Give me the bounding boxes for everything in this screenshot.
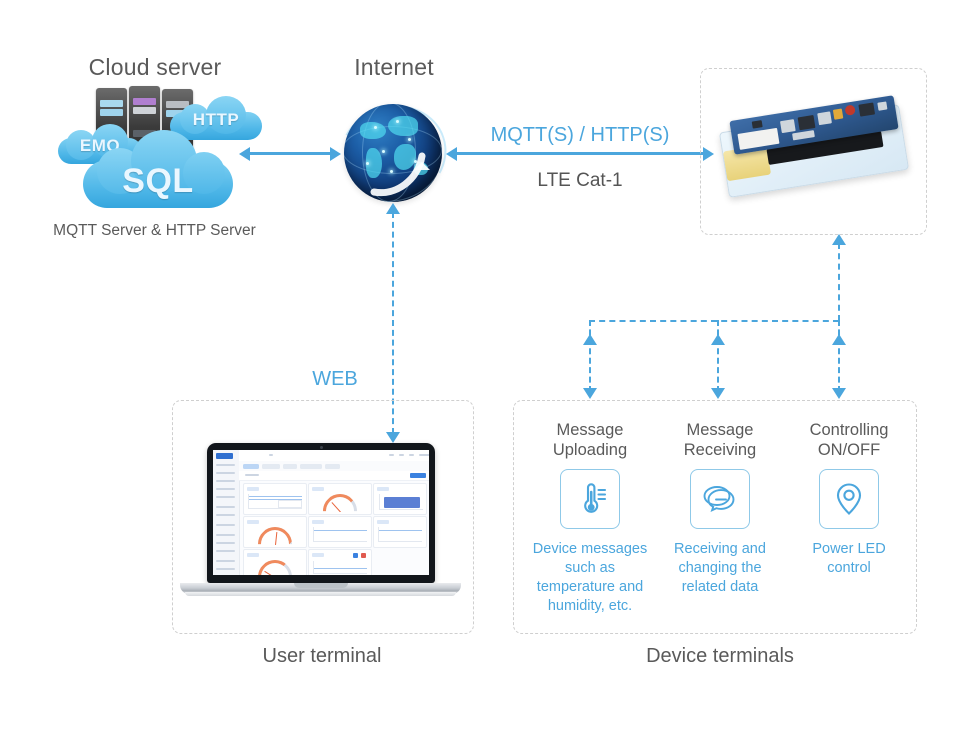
dashboard-card [308,483,372,515]
globe-icon [326,91,460,217]
dashboard-toggle-on[interactable] [353,553,358,558]
link-label-mqtt-http: MQTT(S) / HTTP(S) [490,124,670,146]
feature-description: Power LED control [812,541,886,576]
dashboard-card [308,549,372,575]
dashboard-card [373,516,427,548]
location-pin-icon [819,469,879,529]
internet-title: Internet [354,54,434,80]
cloud-server-title: Cloud server [88,54,222,80]
cloud-server-caption: MQTT Server & HTTP Server [53,222,256,239]
cloud-label-http: HTTP [192,110,240,129]
feature-controlling-onoff: Controlling ON/OFF Power LED control [789,420,909,578]
user-terminal-caption: User terminal [262,645,382,667]
laptop-device [207,443,435,583]
feature-description: Receiving and changing the related data [674,541,766,595]
dashboard-card [243,549,307,575]
dashboard-screen [213,450,429,575]
link-label-web: WEB [312,368,358,390]
dashboard-logo [216,453,233,459]
feature-description: Device messages such as temperature and … [532,541,648,614]
dashboard-sidebar [213,450,240,575]
diagram-canvas: Cloud server EMQ HTTP SQL MQTT Server & … [0,0,960,740]
device-terminals-caption: Device terminals [646,645,794,667]
feature-message-uploading: Message Uploading Device messages such a… [530,420,650,616]
dashboard-card [243,483,307,515]
dashboard-card [373,483,427,515]
dashboard-card [243,516,307,548]
feature-title: Message Uploading [552,421,628,459]
feature-message-receiving: Message Receiving Receiving and changing… [660,420,780,597]
link-label-lte: LTE Cat-1 [537,170,623,191]
dashboard-card [308,516,372,548]
dashboard-action-button[interactable] [410,473,426,478]
laptop-base-edge [185,592,456,596]
laptop-camera [319,446,323,449]
feature-title: Controlling ON/OFF [809,421,889,459]
cloud-label-sql: SQL [122,162,194,200]
cloud-sql: SQL [83,130,233,208]
dashboard-toggle-off[interactable] [361,553,366,558]
dashboard-toolbar [239,471,429,481]
cloud-server-icon: EMQ HTTP SQL [58,80,262,215]
chat-bubbles-icon [690,469,750,529]
thermometer-icon [560,469,620,529]
iot-board-photo [715,78,910,218]
feature-title: Message Receiving [683,421,757,459]
